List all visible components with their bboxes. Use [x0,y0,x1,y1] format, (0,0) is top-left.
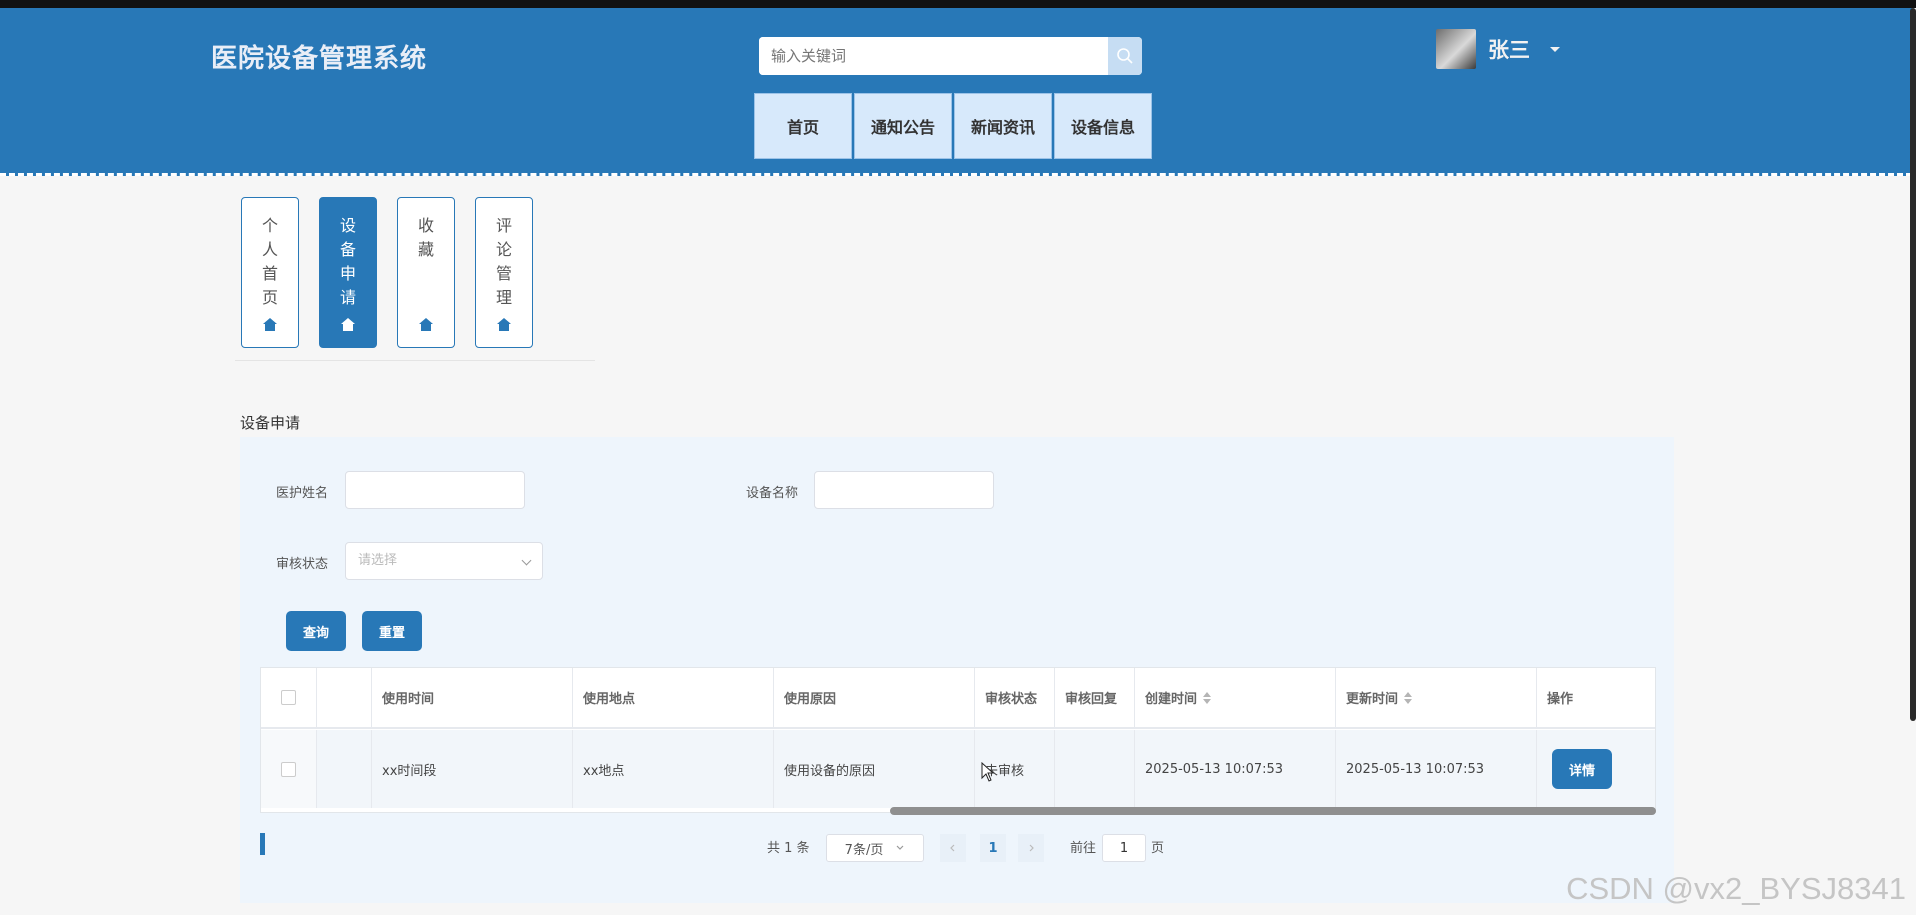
index-cell [317,730,372,808]
device-name-label: 设备名称 [746,486,799,501]
sidebar-item-profile[interactable]: 个人首页 [241,197,299,348]
sidebar-divider [235,360,595,361]
sidebar-item-label: 设备申请 [339,216,356,307]
home-icon [497,318,511,331]
user-name: 张三 [1488,38,1530,62]
sidebar-item-favorites[interactable]: 收藏 [397,197,455,348]
device-name-field[interactable] [814,471,994,509]
col-status[interactable]: 审核状态 [975,668,1055,729]
sort-icon[interactable] [1404,691,1413,704]
next-page-button[interactable] [1018,834,1044,862]
search-input[interactable] [759,37,1123,75]
main-nav: 首页 通知公告 新闻资讯 设备信息 [754,93,1154,159]
select-all-cell [261,668,317,729]
search-button[interactable] [1108,37,1142,75]
table-horizontal-scrollbar[interactable] [890,807,1656,815]
goto-page-input[interactable]: 1 [1102,834,1146,862]
staff-name-label: 医护姓名 [276,486,329,501]
nav-item-home[interactable]: 首页 [754,93,852,159]
chevron-down-icon [1550,46,1560,52]
col-reply[interactable]: 审核回复 [1055,668,1135,729]
goto-suffix: 页 [1151,840,1165,856]
sidebar-item-comments[interactable]: 评论管理 [475,197,533,348]
detail-button[interactable]: 详情 [1552,749,1612,789]
col-updated[interactable]: 更新时间 [1336,668,1537,729]
cell-updated: 2025-05-13 10:07:53 [1336,730,1537,808]
nav-item-news[interactable]: 新闻资讯 [954,93,1052,159]
reset-button[interactable]: 重置 [362,611,422,651]
sidebar-item-device-apply[interactable]: 设备申请 [319,197,377,348]
review-status-label: 审核状态 [276,557,329,572]
sidebar-item-label: 收藏 [417,216,434,259]
cell-action: 详情 [1537,730,1655,808]
vertical-scrollbar[interactable] [1910,8,1916,721]
sidebar: 个人首页 设备申请 收藏 评论管理 [241,197,553,348]
window-top-bar [0,0,1916,8]
chevron-down-icon [521,555,532,566]
nav-item-notices[interactable]: 通知公告 [854,93,952,159]
goto-prefix: 前往 [1070,840,1097,856]
col-created[interactable]: 创建时间 [1135,668,1336,729]
search-icon [1117,48,1133,64]
page-size-select[interactable]: 7条/页 [826,834,924,862]
chevron-down-icon [896,845,904,850]
pagination-marker [260,833,265,855]
chevron-left-icon [950,844,955,852]
home-icon [341,318,355,331]
sort-icon[interactable] [1203,691,1212,704]
mouse-cursor-icon [981,762,995,782]
section-title: 设备申请 [240,414,301,432]
col-updated-label: 更新时间 [1346,692,1399,707]
home-icon [263,318,277,331]
sidebar-item-label: 评论管理 [495,216,512,307]
row-select-cell [261,730,317,808]
site-title: 医院设备管理系统 [211,44,428,74]
col-reason[interactable]: 使用原因 [774,668,975,729]
page-size-value: 7条/页 [844,842,884,858]
cell-use-time: xx时间段 [372,730,573,808]
watermark-text: CSDN @vx2_BYSJ8341 [1566,871,1906,906]
col-location[interactable]: 使用地点 [573,668,774,729]
col-use-time[interactable]: 使用时间 [372,668,573,729]
review-status-placeholder: 请选择 [358,553,398,568]
cell-location: xx地点 [573,730,774,808]
select-all-checkbox[interactable] [281,690,296,705]
nav-item-devices[interactable]: 设备信息 [1054,93,1152,159]
index-header [317,668,372,729]
review-status-select[interactable]: 请选择 [345,542,543,580]
apply-table: 使用时间 使用地点 使用原因 审核状态 审核回复 创建时间 更新时间 操作 xx… [260,667,1656,813]
pagination-total: 共 1 条 [767,840,810,856]
chevron-right-icon [1029,844,1034,852]
sidebar-item-label: 个人首页 [261,216,278,307]
prev-page-button[interactable] [940,834,966,862]
page-number-current[interactable]: 1 [980,834,1006,862]
search-box [759,37,1142,75]
cell-created: 2025-05-13 10:07:53 [1135,730,1336,808]
site-header: 医院设备管理系统 张三 首页 通知公告 新闻资讯 设备信息 [0,8,1912,176]
cell-reply [1055,730,1135,808]
query-button[interactable]: 查询 [286,611,346,651]
cell-reason: 使用设备的原因 [774,730,975,808]
staff-name-field[interactable] [345,471,525,509]
home-icon [419,318,433,331]
user-menu[interactable]: 张三 [1436,29,1560,69]
row-checkbox[interactable] [281,761,296,777]
avatar [1436,29,1476,69]
col-created-label: 创建时间 [1145,692,1198,707]
col-action: 操作 [1537,668,1655,729]
